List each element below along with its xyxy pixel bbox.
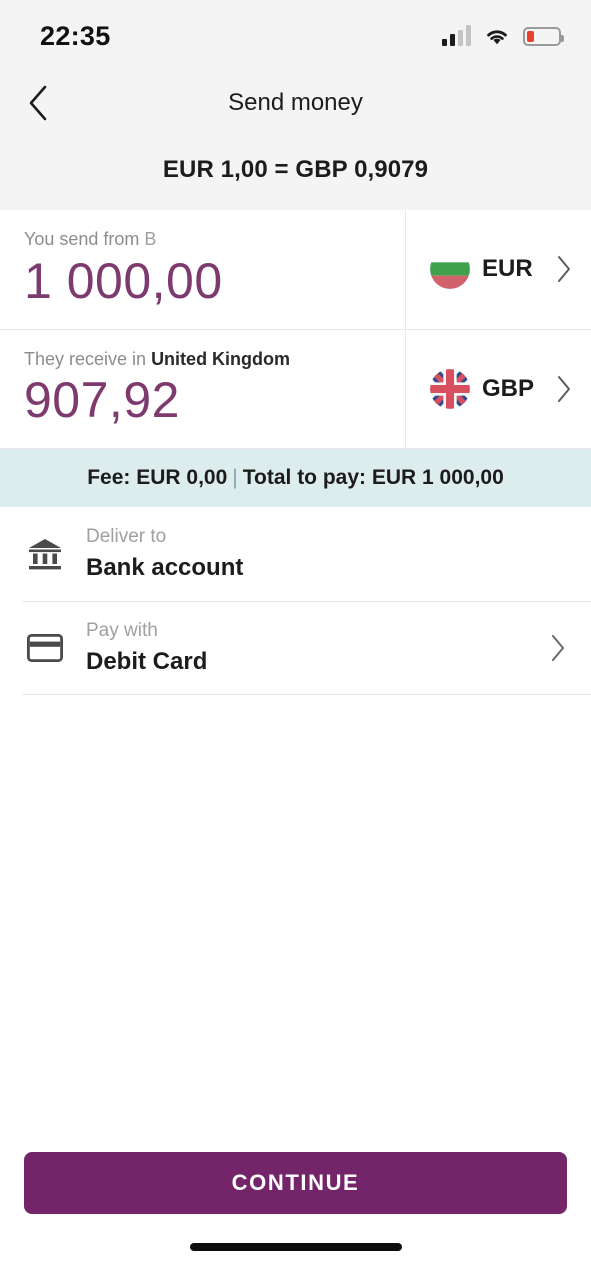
receive-amount-field[interactable]: They receive in United Kingdom 907,92 [0,329,406,448]
page-title: Send money [228,89,363,116]
continue-button[interactable]: CONTINUE [24,1152,567,1214]
send-amount-value[interactable]: 1 000,00 [24,253,389,309]
credit-card-icon [22,634,68,662]
chevron-left-icon [29,85,47,121]
deliver-to-value: Bank account [86,553,244,581]
pay-with-row[interactable]: Pay with Debit Card [0,601,591,695]
deliver-to-caption: Deliver to [86,526,167,548]
home-indicator-area [0,1214,591,1280]
page-header: Send money EUR 1,00 = GBP 0,9079 [0,72,591,210]
pay-with-caption: Pay with [86,620,158,642]
send-amount-field[interactable]: You send from B 1 000,00 [0,210,406,329]
total-to-pay: Total to pay: EUR 1 000,00 [242,466,504,489]
send-amount-row: You send from B 1 000,00 EUR [0,210,591,330]
fee-summary-bar: Fee: EUR 0,00 | Total to pay: EUR 1 000,00 [0,449,591,507]
bank-icon [22,537,68,571]
signal-bars-icon [442,25,471,46]
status-bar-time: 22:35 [40,20,111,51]
chevron-right-icon [555,254,573,284]
send-caption-country: B [144,229,157,249]
send-currency-code: EUR [482,255,533,283]
content-spacer [0,695,591,1152]
receive-amount-value[interactable]: 907,92 [24,372,389,428]
receive-amount-row: They receive in United Kingdom 907,92 GB… [0,329,591,449]
deliver-to-text: Deliver to Bank account [86,525,567,583]
chevron-right-icon [555,374,573,404]
battery-low-icon [523,26,564,46]
send-currency-selector[interactable]: EUR [406,210,591,329]
status-bar-icons [442,25,564,46]
pay-with-text: Pay with Debit Card [86,619,539,677]
receive-caption-country: United Kingdom [151,348,291,369]
chevron-right-icon[interactable] [539,632,567,664]
back-button[interactable] [14,79,62,127]
footer: CONTINUE [0,1152,591,1214]
exchange-rate: EUR 1,00 = GBP 0,9079 [162,156,429,183]
receive-currency-code: GBP [482,374,535,402]
receive-caption-prefix: They receive in [24,348,152,369]
wifi-icon [484,26,510,46]
options-list: Deliver to Bank account Pay with Debit C… [0,507,591,695]
fee-amount: Fee: EUR 0,00 [87,466,228,489]
app-screen: 22:35 Send money EUR 1,00 = GBP 0,9079 Y… [0,0,591,1280]
united-kingdom-flag-icon [430,368,470,409]
receive-currency-selector[interactable]: GBP [406,330,591,449]
send-caption-prefix: You send from [24,229,145,249]
pay-with-value: Debit Card [86,647,208,675]
deliver-to-row[interactable]: Deliver to Bank account [0,507,591,601]
home-indicator[interactable] [189,1243,402,1251]
fee-separator: | [232,466,238,489]
navigation-bar: Send money [0,72,591,134]
status-bar: 22:35 [0,0,591,72]
send-amount-caption: You send from B [24,228,389,251]
receive-amount-caption: They receive in United Kingdom [24,348,389,371]
bulgaria-flag-icon [430,249,470,290]
